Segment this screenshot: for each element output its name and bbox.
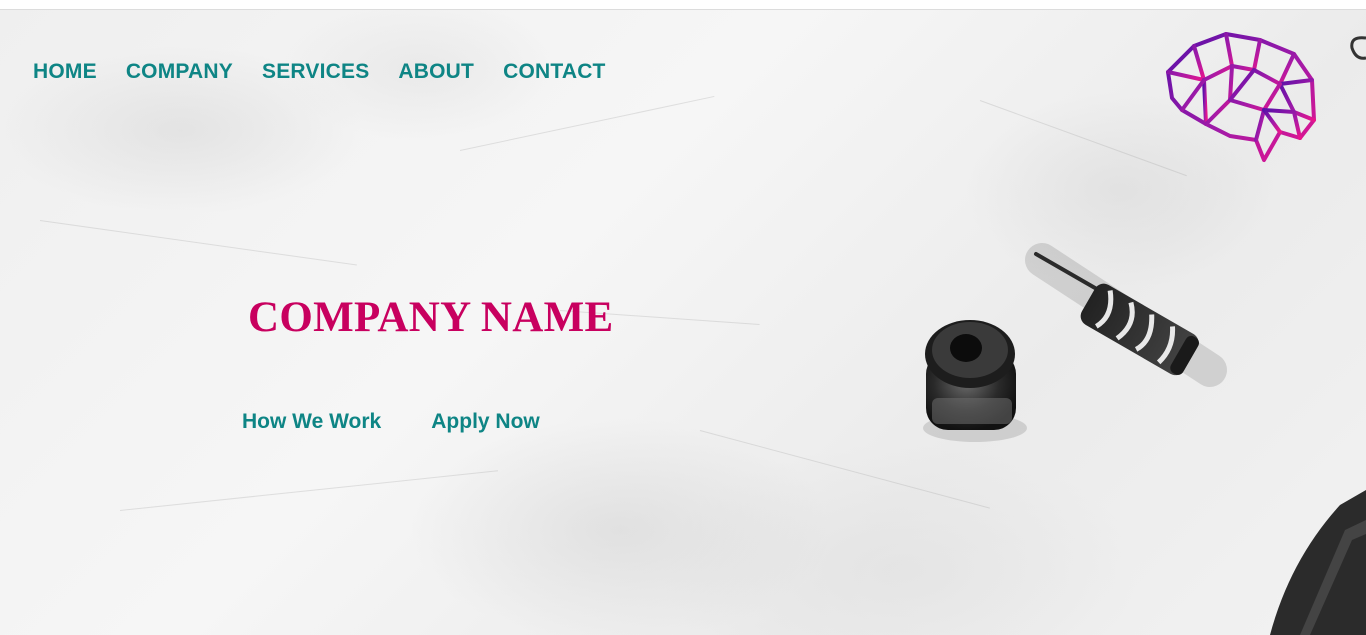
nav-item-home[interactable]: HOME bbox=[33, 58, 97, 86]
geometric-brain-icon[interactable] bbox=[1160, 28, 1320, 164]
how-we-work-link[interactable]: How We Work bbox=[242, 408, 381, 436]
main-navigation: HOME COMPANY SERVICES ABOUT CONTACT bbox=[33, 58, 635, 86]
nav-item-company[interactable]: COMPANY bbox=[126, 58, 233, 86]
landing-page: HOME COMPANY SERVICES ABOUT CONTACT COMP… bbox=[0, 0, 1366, 635]
nav-item-services[interactable]: SERVICES bbox=[262, 58, 369, 86]
apply-now-link[interactable]: Apply Now bbox=[431, 408, 540, 436]
nav-item-about[interactable]: ABOUT bbox=[398, 58, 474, 86]
top-border bbox=[0, 0, 1366, 10]
hero-actions: How We Work Apply Now bbox=[242, 408, 540, 436]
company-title: COMPANY NAME bbox=[248, 294, 614, 341]
nav-item-contact[interactable]: CONTACT bbox=[503, 58, 606, 86]
